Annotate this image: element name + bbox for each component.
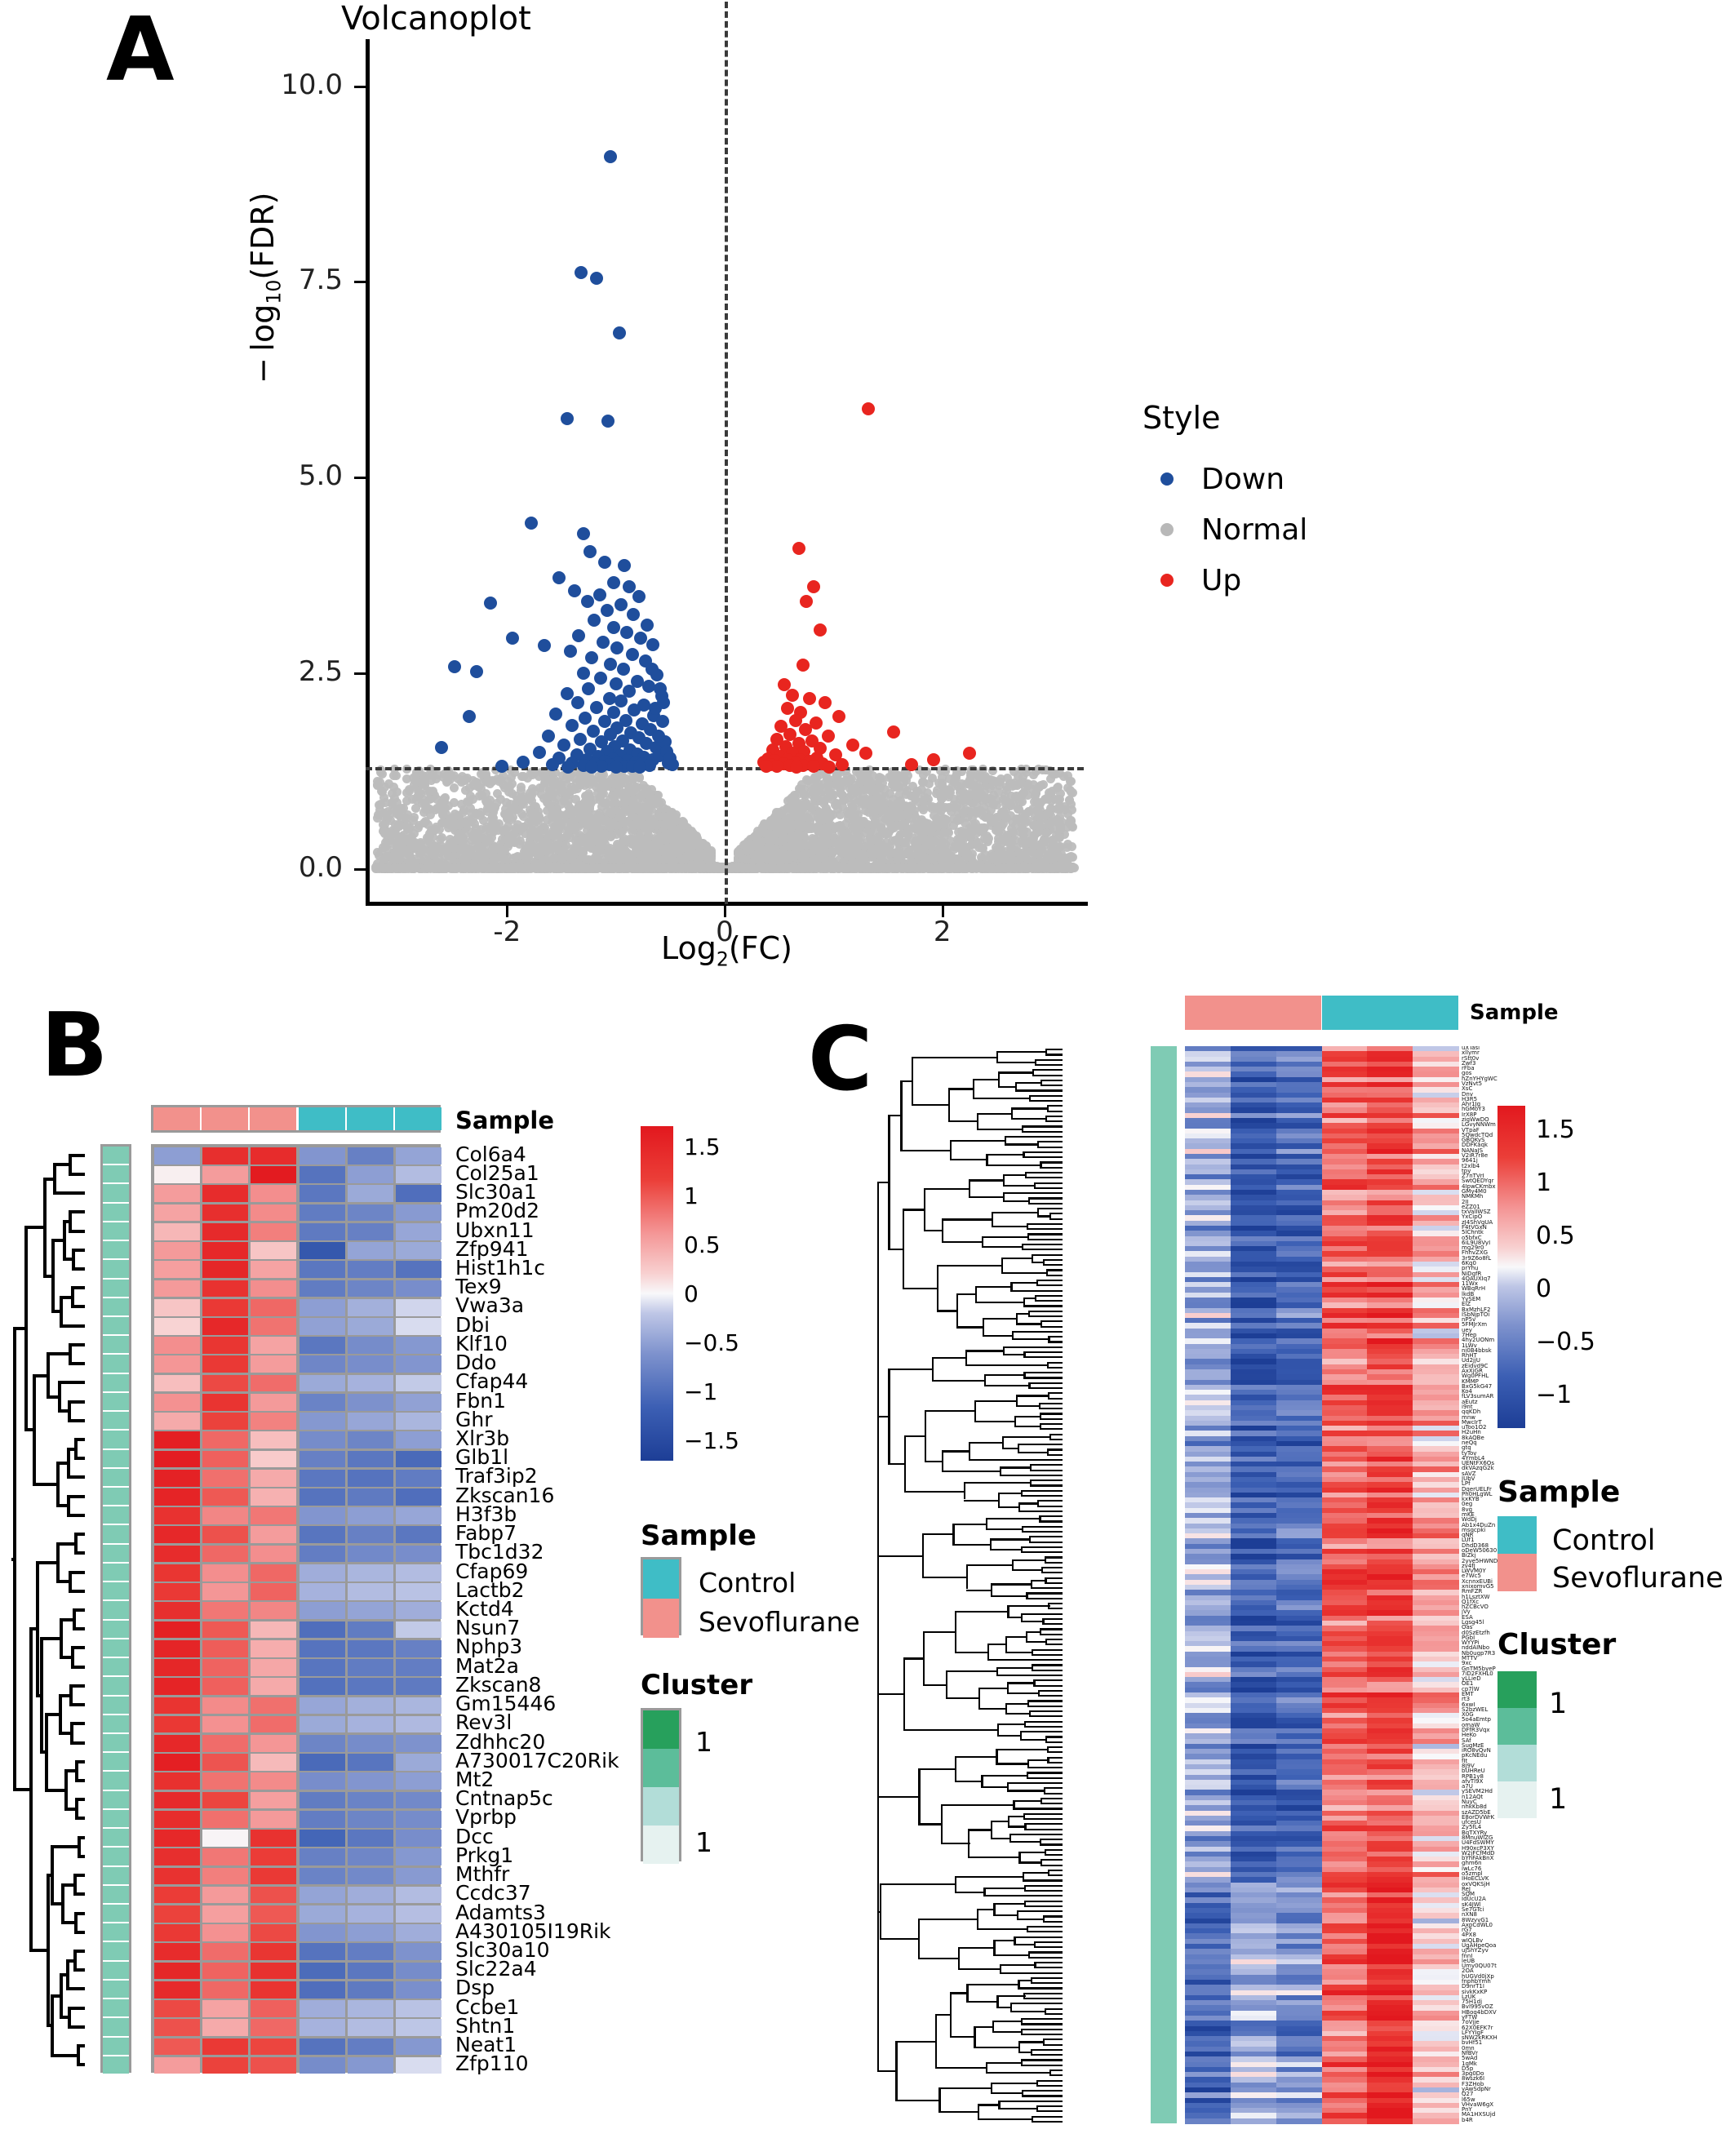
- volcano-point: [527, 770, 537, 780]
- volcano-point: [949, 776, 959, 786]
- volcano-point: [424, 786, 434, 796]
- volcano-point: [918, 805, 928, 814]
- panel-a-volcano: A Volcanoplot − log10(FDR) Log2(FC) 0.0 2…: [0, 0, 1428, 971]
- volcano-point: [470, 833, 480, 843]
- volcano-point: [934, 802, 944, 812]
- volcano-point: [487, 776, 497, 786]
- volcano-point: [983, 833, 993, 843]
- volcano-xtick-label: 2: [933, 916, 952, 948]
- volcano-point: [911, 814, 921, 823]
- volcano-plot-area: [366, 2, 1084, 904]
- volcano-point: [388, 770, 398, 780]
- volcano-point: [1063, 783, 1073, 792]
- volcano-point: [642, 824, 652, 834]
- volcano-point: [918, 777, 928, 787]
- volcano-point: [495, 845, 505, 854]
- volcano-point: [504, 783, 514, 792]
- volcano-point: [401, 813, 410, 823]
- panel-label-a: A: [106, 0, 175, 101]
- volcano-ytick: [354, 281, 366, 284]
- volcano-point: [384, 779, 394, 788]
- volcano-point: [374, 801, 384, 810]
- volcano-point: [1017, 852, 1027, 862]
- volcano-point: [1028, 840, 1038, 850]
- volcano-point: [835, 821, 845, 831]
- volcano-point: [1030, 830, 1040, 840]
- volcano-point: [1055, 803, 1065, 813]
- volcano-point: [450, 783, 459, 793]
- volcano-title: Volcanoplot: [341, 0, 531, 38]
- volcano-ytick: [354, 477, 366, 480]
- volcano-point: [512, 825, 521, 835]
- volcano-point: [449, 843, 459, 853]
- volcano-point: [641, 783, 651, 793]
- volcano-point: [430, 824, 440, 834]
- volcano-point: [982, 793, 992, 803]
- volcano-point: [632, 818, 641, 828]
- volcano-ytick-label: 7.5: [298, 264, 343, 297]
- volcano-point: [894, 783, 903, 792]
- volcano-ytick: [354, 867, 366, 871]
- volcano-point: [537, 789, 547, 799]
- volcano-point: [770, 821, 780, 831]
- volcano-point: [392, 831, 402, 841]
- volcano-point: [832, 798, 841, 808]
- volcano-point: [1023, 790, 1033, 800]
- volcano-point: [1011, 843, 1021, 853]
- volcano-ytick-label: 2.5: [298, 655, 343, 688]
- volcano-point: [486, 849, 496, 858]
- volcano-point: [615, 779, 625, 788]
- volcano-point: [1054, 819, 1064, 829]
- volcano-point: [623, 821, 632, 831]
- volcano-point: [387, 800, 397, 809]
- volcano-point: [881, 828, 891, 838]
- volcano-point: [404, 784, 414, 794]
- volcano-point: [907, 782, 917, 792]
- volcano-point: [459, 775, 469, 785]
- volcano-point: [393, 822, 403, 832]
- volcano-point: [552, 805, 561, 815]
- volcano-point: [803, 823, 813, 833]
- volcano-point: [448, 813, 458, 823]
- volcano-point: [526, 832, 535, 841]
- volcano-point: [481, 789, 490, 799]
- volcano-ytick: [354, 672, 366, 675]
- volcano-point: [410, 777, 420, 786]
- volcano-point: [620, 792, 630, 802]
- volcano-point: [601, 806, 611, 816]
- volcano-xtick-label: 0: [716, 916, 734, 948]
- volcano-point: [508, 837, 518, 846]
- volcano-point: [393, 787, 402, 797]
- volcano-point: [460, 785, 470, 795]
- volcano-ytick: [354, 85, 366, 88]
- volcano-point: [927, 823, 937, 832]
- volcano-point: [440, 793, 450, 803]
- volcano-point: [1067, 842, 1077, 852]
- volcano-point: [980, 774, 990, 783]
- volcano-point: [409, 828, 419, 838]
- volcano-point: [1034, 783, 1044, 792]
- volcano-xtick-label: -2: [493, 916, 521, 948]
- volcano-point: [571, 778, 581, 787]
- volcano-point: [549, 775, 559, 785]
- volcano-point: [960, 818, 969, 827]
- volcano-point: [907, 801, 916, 810]
- volcano-point: [997, 827, 1006, 837]
- volcano-point: [524, 852, 534, 862]
- volcano-point: [956, 839, 965, 849]
- volcano-point: [538, 837, 548, 847]
- volcano-point: [810, 801, 819, 810]
- volcano-point: [381, 852, 391, 862]
- volcano-ytick-label: 5.0: [298, 459, 343, 493]
- volcano-point: [1018, 823, 1027, 833]
- volcano-point: [379, 827, 388, 836]
- volcano-point: [484, 836, 494, 845]
- volcano-ytick-label: 0.0: [298, 850, 343, 884]
- volcano-point: [961, 789, 970, 799]
- volcano-point: [988, 799, 998, 809]
- volcano-point: [781, 833, 791, 843]
- volcano-point: [512, 796, 521, 806]
- volcano-ytick-label: 10.0: [281, 68, 343, 101]
